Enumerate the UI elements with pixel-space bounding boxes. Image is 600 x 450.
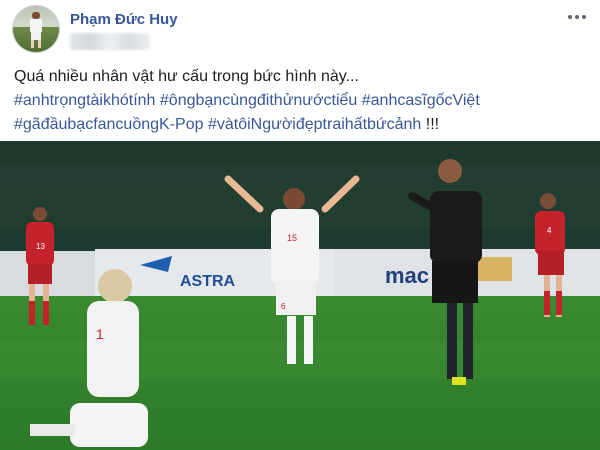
post-photo[interactable]: ASTRA mac 13 15 6 4 1	[0, 141, 600, 450]
author-name[interactable]: Phạm Đức Huy	[70, 11, 178, 28]
post-text: Quá nhiều nhân vật hư cấu trong bức hình…	[14, 65, 589, 137]
hashtag-link[interactable]: #anhtrọngtàikhótính	[14, 92, 155, 109]
hashtag-link[interactable]: #gãđầubạcfancuồngK-Pop	[14, 116, 204, 133]
mac-banner-text: mac	[385, 263, 429, 288]
author-avatar[interactable]	[13, 6, 59, 52]
post-header: Phạm Đức Huy	[0, 0, 600, 58]
more-options-icon[interactable]	[564, 10, 590, 24]
astra-banner-text: ASTRA	[180, 273, 236, 290]
avatar-figure	[30, 12, 42, 48]
left-player-number: 13	[36, 242, 45, 251]
center-shorts-number: 6	[281, 302, 286, 311]
exclamation-text: !!!	[425, 116, 440, 133]
blurred-timestamp	[70, 33, 150, 50]
hashtag-link[interactable]: #ôngbạncùngđithửnướctiểu	[160, 92, 357, 109]
hashtag-line-2: #gãđầubạcfancuồngK-Pop #vàtôiNgườiđẹptra…	[14, 113, 589, 137]
stadium-photo: ASTRA mac 13 15 6 4 1	[0, 141, 600, 450]
hashtag-line-1: #anhtrọngtàikhótính #ôngbạncùngđithửnước…	[14, 89, 589, 113]
post-caption: Quá nhiều nhân vật hư cấu trong bức hình…	[14, 68, 359, 85]
kneeling-player-number: 1	[96, 326, 104, 342]
right-player-number: 4	[547, 226, 552, 235]
hashtag-link[interactable]: #vàtôiNgườiđẹptraihấtbứcảnh	[208, 116, 421, 133]
center-player-number: 15	[287, 233, 297, 243]
hashtag-link[interactable]: #anhcasĩgốcViệt	[362, 92, 480, 109]
